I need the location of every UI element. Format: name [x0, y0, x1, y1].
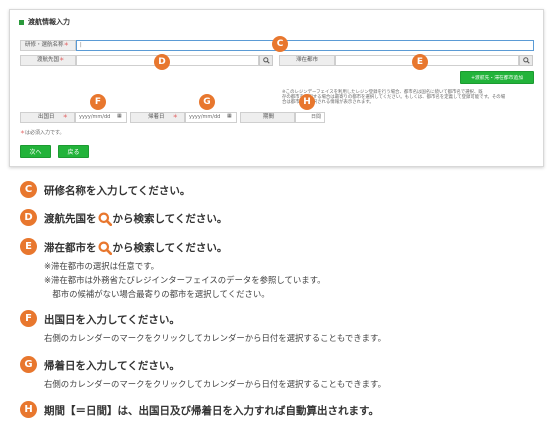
instruction-sub: 右側のカレンダーのマークをクリックしてカレンダーから日付を選択することもできます…	[44, 333, 386, 343]
instruction-head: 期間【＝日間】は、出国日及び帰着日を入力すれば自動算出されます。	[44, 405, 379, 417]
magnifier-icon	[98, 241, 112, 255]
instruction-sub: 都市の候補がない場合最寄りの都市を選択してください。	[44, 289, 270, 299]
training-name-input[interactable]: |	[76, 40, 534, 51]
badge-d: D	[20, 209, 37, 226]
badge-c: C	[20, 181, 37, 198]
stay-city-label: 滞在都市	[279, 55, 335, 66]
instruction-head: 渡航先国を から検索してください。	[44, 212, 228, 226]
city-note: ※このレジンデーフェイスを利用したレジン登録を行う場合、都市名は国名に続いて都市…	[282, 90, 506, 106]
badge-g: G	[20, 356, 37, 373]
instruction-sub: 右側のカレンダーのマークをクリックしてカレンダーから日付を選択することもできます…	[44, 379, 386, 389]
training-name-label: 研修・選航名称＊	[20, 40, 76, 51]
calendar-icon[interactable]: ▦	[227, 113, 232, 119]
departure-label: 出国日＊	[20, 112, 75, 123]
badge-g: G	[199, 94, 215, 110]
calendar-icon[interactable]: ▦	[117, 113, 122, 119]
search-icon	[262, 57, 270, 64]
instruction-head: 帰着日を入力してください。	[44, 360, 180, 372]
search-icon	[522, 57, 530, 64]
badge-h: H	[299, 94, 315, 110]
instruction-head: 出国日を入力してください。	[44, 314, 180, 326]
required-note: ＊は必須入力です。	[20, 130, 65, 136]
instruction-head: 滞在都市を から検索してください。	[44, 241, 228, 255]
return-label: 帰着日＊	[130, 112, 185, 123]
magnifier-icon	[98, 212, 112, 226]
badge-f: F	[20, 310, 37, 327]
travel-info-form: 渡航情報入力 研修・選航名称＊ | C 渡航先国＊ D 滞在都市 E +渡航先・…	[9, 9, 544, 167]
period-output: 日間	[295, 112, 325, 123]
badge-f: F	[90, 94, 106, 110]
instruction-sub: ※滞在都市は外務省たびレジインターフェイスのデータを参照しています。	[44, 275, 326, 285]
form-title: 渡航情報入力	[19, 17, 70, 27]
next-button[interactable]: 次へ	[20, 145, 51, 158]
period-label: 期間	[240, 112, 295, 123]
title-square-icon	[19, 19, 24, 25]
badge-d: D	[154, 54, 170, 70]
instruction-sub: ※滞在都市の選択は任意です。	[44, 261, 160, 271]
badge-e: E	[412, 54, 428, 70]
destination-search-button[interactable]	[259, 55, 273, 66]
badge-e: E	[20, 238, 37, 255]
badge-h: H	[20, 401, 37, 418]
city-search-button[interactable]	[519, 55, 533, 66]
back-button[interactable]: 戻る	[58, 145, 89, 158]
destination-country-label: 渡航先国＊	[20, 55, 76, 66]
badge-c: C	[272, 36, 288, 52]
add-city-button[interactable]: +渡航先・滞在都市追加	[460, 71, 534, 84]
instruction-head: 研修名称を入力してください。	[44, 185, 191, 197]
